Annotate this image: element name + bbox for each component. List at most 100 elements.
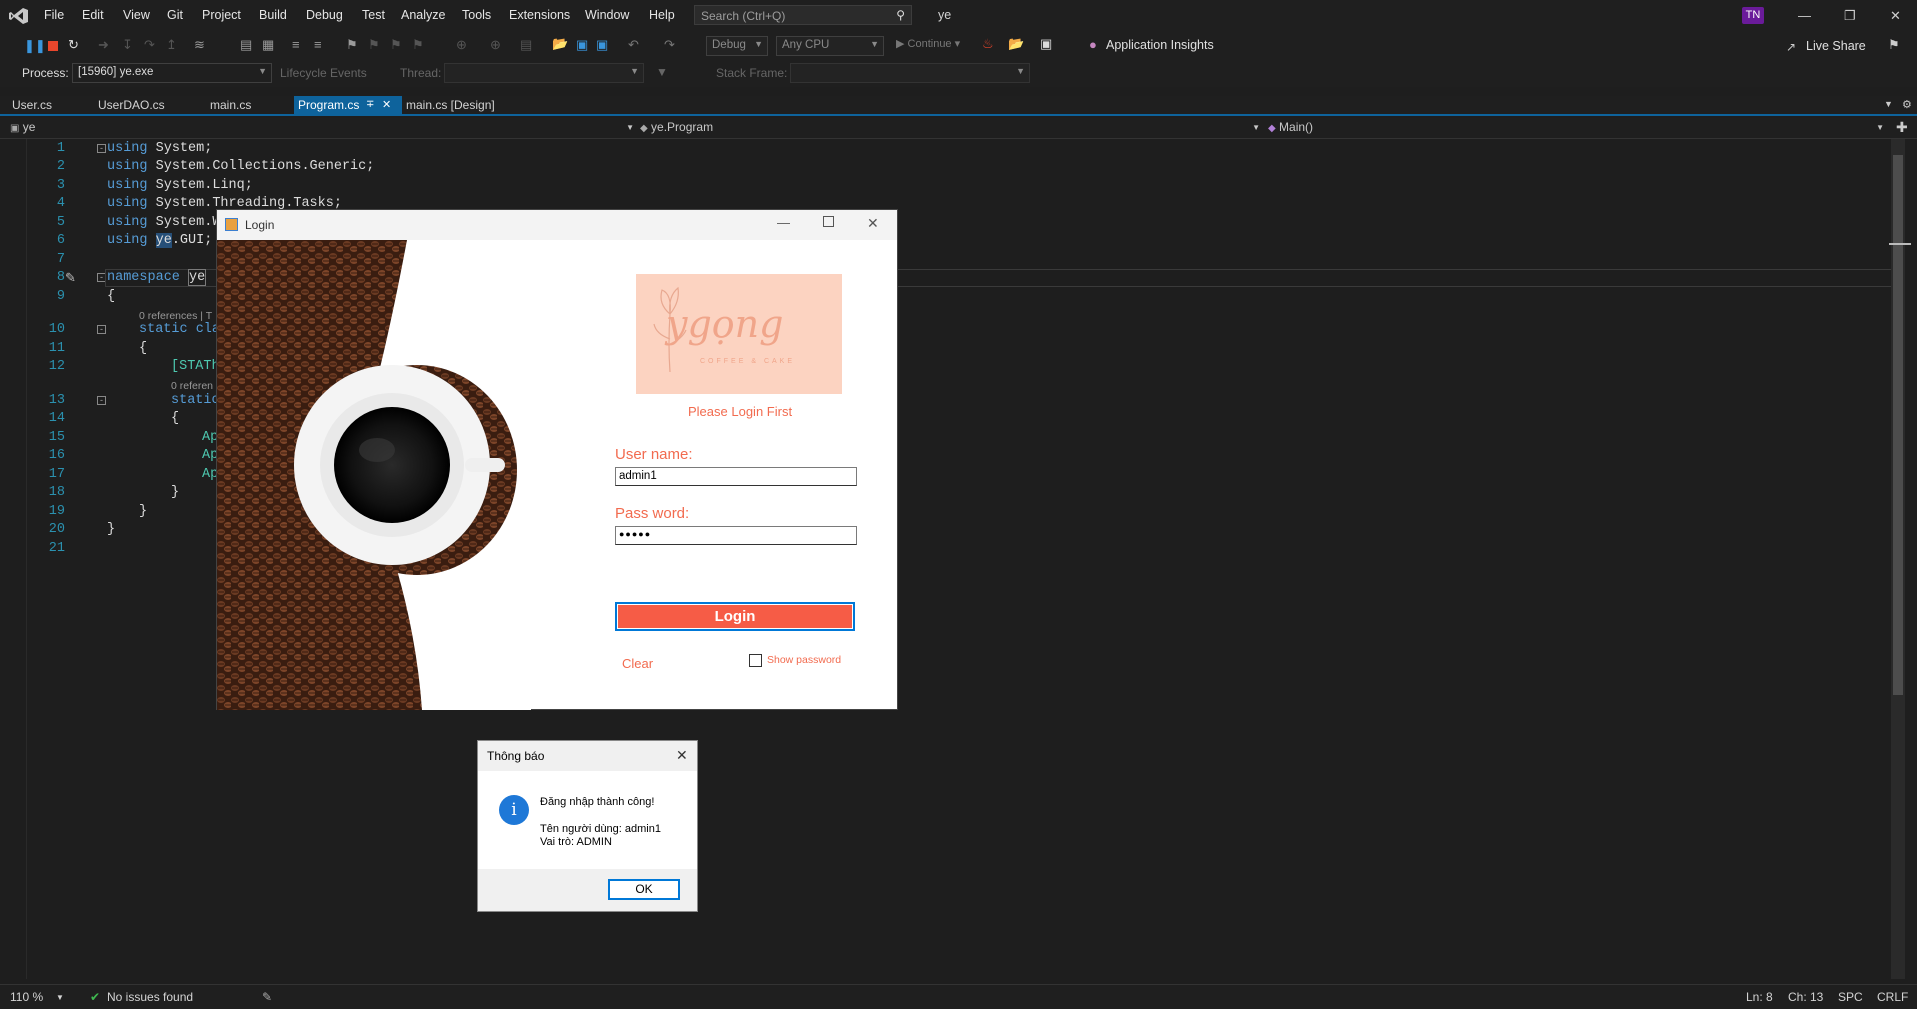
step-into-icon[interactable]: ↧ — [122, 37, 133, 53]
step-over-icon[interactable]: ↷ — [144, 37, 155, 53]
continue-button[interactable]: ▶ Continue ▾ — [896, 37, 960, 50]
share-icon[interactable]: ↗ — [1786, 40, 1796, 54]
member-dropdown[interactable]: ◆ Main() ▼ — [1268, 120, 1884, 136]
chevron-down-icon[interactable]: ▼ — [56, 993, 64, 1002]
column-status[interactable]: Ch: 13 — [1788, 990, 1823, 1004]
tab-userdao-cs[interactable]: UserDAO.cs — [94, 96, 169, 114]
stop-icon[interactable] — [48, 41, 58, 51]
stack-frame-dropdown[interactable]: ▼ — [790, 63, 1030, 83]
whitespace-status[interactable]: SPC — [1838, 990, 1863, 1004]
screenshot-icon[interactable]: ▣ — [1040, 36, 1052, 52]
indent-icon[interactable]: ≡ — [292, 37, 300, 52]
config-dropdown[interactable]: Debug ▼ — [706, 36, 768, 56]
save-all-icon[interactable]: ▣ — [596, 37, 608, 53]
collapse-icon[interactable]: - — [97, 325, 106, 334]
pause-icon[interactable]: ❚❚ — [24, 38, 46, 54]
step-out-icon[interactable]: ↥ — [166, 37, 177, 53]
close-icon[interactable]: ✕ — [867, 215, 879, 232]
close-tab-icon[interactable]: ✕ — [382, 96, 391, 114]
menu-project[interactable]: Project — [202, 8, 241, 22]
layout-icon[interactable]: ▦ — [262, 37, 274, 53]
feedback-icon[interactable]: ⚑ — [1888, 37, 1900, 53]
code-line-8: namespace ye — [107, 269, 207, 286]
tab-overflow-icon[interactable]: ▼ — [1884, 99, 1893, 109]
app-insights-button[interactable]: Application Insights — [1106, 38, 1214, 52]
pin-icon[interactable]: ∓ — [366, 96, 374, 114]
close-icon[interactable]: ✕ — [1890, 8, 1901, 24]
line-number: 8 — [56, 270, 65, 285]
avatar[interactable]: TN — [1742, 7, 1764, 24]
quick-actions-icon[interactable]: ✎ — [65, 270, 76, 286]
split-icon[interactable]: ✚ — [1896, 119, 1908, 136]
browse-icon[interactable]: 📂 — [1008, 36, 1024, 52]
menu-edit[interactable]: Edit — [82, 8, 104, 22]
live-share-button[interactable]: Live Share — [1806, 39, 1866, 53]
clear-link[interactable]: Clear — [622, 656, 653, 671]
gear-icon[interactable]: ⚙ — [1902, 98, 1912, 111]
codelens-references[interactable]: 0 references | T — [139, 310, 212, 322]
codelens-references-2[interactable]: 0 referen — [171, 380, 213, 392]
menu-debug[interactable]: Debug — [306, 8, 343, 22]
scrollbar-thumb[interactable] — [1893, 155, 1903, 695]
new-item-icon[interactable]: ▤ — [520, 37, 532, 53]
collapse-icon[interactable]: - — [97, 144, 106, 153]
redo-icon[interactable]: ↷ — [664, 37, 675, 53]
restart-icon[interactable]: ↻ — [68, 37, 79, 53]
menu-tools[interactable]: Tools — [462, 8, 491, 22]
save-icon[interactable]: ▣ — [576, 37, 588, 53]
issues-status[interactable]: No issues found — [107, 990, 193, 1004]
prev-bookmark-icon[interactable]: ⚑ — [368, 37, 380, 53]
back-icon[interactable]: ⊕ — [456, 37, 467, 53]
close-icon[interactable]: ✕ — [676, 747, 688, 764]
hot-reload-flame-icon[interactable]: ♨ — [982, 36, 994, 52]
show-password-checkbox[interactable] — [749, 654, 762, 667]
filter-icon[interactable]: ▼ — [656, 65, 668, 79]
tab-main-design[interactable]: main.cs [Design] — [402, 96, 499, 114]
class-dropdown[interactable]: ◆ ye.Program ▼ — [640, 120, 1260, 136]
menu-file[interactable]: File — [44, 8, 64, 22]
minimize-icon[interactable]: — — [1798, 8, 1811, 23]
collapse-icon[interactable]: - — [97, 396, 106, 405]
tab-user-cs[interactable]: User.cs — [8, 96, 56, 114]
menu-view[interactable]: View — [123, 8, 150, 22]
lifecycle-events[interactable]: Lifecycle Events — [280, 66, 367, 80]
open-folder-icon[interactable]: 📂 — [552, 36, 568, 52]
maximize-icon[interactable] — [823, 216, 834, 227]
menu-analyze[interactable]: Analyze — [401, 8, 445, 22]
project-dropdown[interactable]: ▣ ye ▼ — [10, 120, 634, 136]
hot-reload-icon[interactable]: ≋ — [194, 37, 205, 53]
line-number: 10 — [48, 322, 65, 337]
format-icon[interactable]: ▤ — [240, 37, 252, 53]
forward-icon[interactable]: ⊕ — [490, 37, 501, 53]
zoom-level[interactable]: 110 % — [10, 990, 43, 1004]
brush-icon[interactable]: ✎ — [262, 990, 272, 1004]
line-number-status[interactable]: Ln: 8 — [1746, 990, 1773, 1004]
minimize-icon[interactable]: — — [777, 215, 790, 230]
restore-icon[interactable]: ❐ — [1844, 8, 1856, 24]
bookmark-icon[interactable]: ⚑ — [346, 37, 358, 53]
outdent-icon[interactable]: ≡ — [314, 37, 322, 52]
username-input[interactable]: admin1 — [615, 467, 857, 486]
search-input[interactable]: Search (Ctrl+Q) ⚲ — [694, 5, 912, 25]
line-number: 11 — [48, 341, 65, 356]
line-ending-status[interactable]: CRLF — [1877, 990, 1908, 1004]
show-next-statement-icon[interactable]: ➜ — [98, 37, 109, 53]
ok-button[interactable]: OK — [608, 879, 680, 900]
menu-help[interactable]: Help — [649, 8, 675, 22]
undo-icon[interactable]: ↶ — [628, 37, 639, 53]
thread-dropdown[interactable]: ▼ — [444, 63, 644, 83]
show-password-label[interactable]: Show password — [767, 654, 841, 666]
tab-program-cs[interactable]: Program.cs ∓ ✕ — [294, 96, 402, 114]
menu-test[interactable]: Test — [362, 8, 385, 22]
menu-git[interactable]: Git — [167, 8, 183, 22]
clear-bookmark-icon[interactable]: ⚑ — [412, 37, 424, 53]
platform-dropdown[interactable]: Any CPU ▼ — [776, 36, 884, 56]
password-input[interactable]: ●●●●● — [615, 526, 857, 545]
next-bookmark-icon[interactable]: ⚑ — [390, 37, 402, 53]
menu-build[interactable]: Build — [259, 8, 287, 22]
tab-main-cs[interactable]: main.cs — [206, 96, 255, 114]
login-button[interactable]: Login — [615, 602, 855, 631]
menu-window[interactable]: Window — [585, 8, 629, 22]
menu-extensions[interactable]: Extensions — [509, 8, 570, 22]
process-dropdown[interactable]: [15960] ye.exe ▼ — [72, 63, 272, 83]
